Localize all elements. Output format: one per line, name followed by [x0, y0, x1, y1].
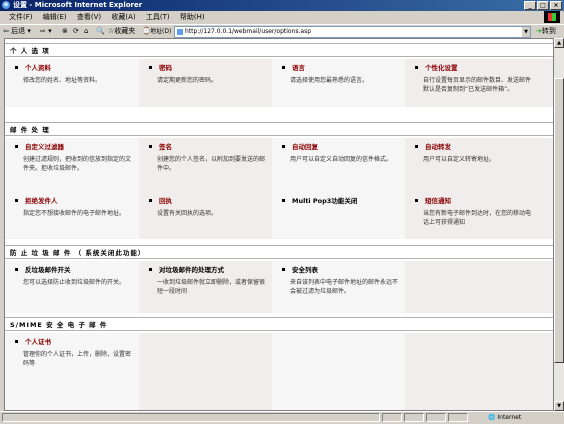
option-auto-reply[interactable]: 自动回复 用户可以自定义自动回复的信件格式。 [272, 138, 405, 192]
minimize-button[interactable]: _ [524, 1, 536, 10]
page-icon [177, 29, 183, 35]
menu-favorites[interactable]: 收藏(A) [111, 11, 135, 23]
option-personal-certificate[interactable]: 个人证书 管理你的个人证书，上传，删除，设置密码等 [5, 333, 139, 410]
section-header: 邮 件 处 理 [5, 122, 553, 136]
toolbar: ⇦ 后退 ▾ ⇨ ▾ ⊗ ⟳ ⌂ 🔍 ☆收藏夹 ⌚ 地址(D) http://1… [0, 24, 564, 38]
stop-button[interactable]: ⊗ [62, 25, 68, 38]
internet-zone: 🌐 Internet [488, 414, 522, 421]
menu-file[interactable]: 文件(F) [9, 11, 33, 23]
back-label: 后退 [11, 27, 26, 35]
option-empty [405, 333, 553, 410]
address-dropdown-icon[interactable]: ▼ [522, 27, 530, 37]
option-receipt[interactable]: 回执 设置有关回执的选项。 [139, 192, 272, 239]
option-signature[interactable]: 签名 创建您的个人签名，以附加到要发送的邮件中。 [139, 138, 272, 192]
status-pane [404, 413, 424, 422]
refresh-button[interactable]: ⟳ [73, 25, 79, 38]
status-bar: 🌐 Internet [0, 411, 564, 424]
window-title: 设置 - Microsoft Internet Explorer [13, 1, 143, 9]
option-empty [139, 333, 272, 410]
options-row: 个人资料 修改您的姓名、地址等资料。 密码 请定期更新您的密码。 语言 请选择使用您最… [5, 59, 553, 107]
ie-icon: e [2, 1, 10, 9]
address-label: 地址(D) [150, 28, 172, 35]
options-row: 反垃圾邮件开关 您可以选择防止收到垃圾邮件的开关。 对垃圾邮件的处理方式 一收到垃圾… [5, 261, 553, 313]
maximize-button[interactable]: □ [537, 1, 549, 10]
section-header: S/MIME 安 全 电 子 邮 件 [5, 317, 553, 331]
option-sms-notify[interactable]: 短信通知 当您有新电子邮件到达时，在您的移动电话上可获得通知 [405, 192, 553, 239]
option-safe-list[interactable]: 安全列表 来自该列表中电子邮件地址的邮件永远不会被过滤为垃圾邮件。 [272, 261, 405, 313]
menu-tools[interactable]: 工具(T) [146, 11, 170, 23]
menu-bar: 文件(F) 编辑(E) 查看(V) 收藏(A) 工具(T) 帮助(H) [0, 11, 564, 23]
window-controls: _ □ × [524, 1, 562, 10]
option-block-sender[interactable]: 拒绝发件人 指定您不想接收邮件的电子邮件地址。 [5, 192, 139, 239]
option-auto-forward[interactable]: 自动转发 用户可以自定义转寄地址。 [405, 138, 553, 192]
search-icon[interactable]: 🔍 [96, 25, 105, 38]
back-button[interactable]: ⇦ 后退 ▾ [3, 25, 31, 38]
scroll-down-icon[interactable]: ▼ [554, 401, 564, 411]
go-button[interactable]: ➔转到 [536, 25, 556, 38]
options-row: 自定义过滤器 创建过滤规则，把收到的信放到指定的文件夹。拒收垃圾邮件。 签名 创建您… [5, 138, 553, 192]
option-antispam-switch[interactable]: 反垃圾邮件开关 您可以选择防止收到垃圾邮件的开关。 [5, 261, 139, 313]
status-pane [448, 413, 468, 422]
option-custom-filter[interactable]: 自定义过滤器 创建过滤规则，把收到的信放到指定的文件夹。拒收垃圾邮件。 [5, 138, 139, 192]
options-row: 拒绝发件人 指定您不想接收邮件的电子邮件地址。 回执 设置有关回执的选项。 Mult… [5, 192, 553, 239]
address-input[interactable]: http://127.0.0.1/webmail/user/options.as… [185, 28, 311, 35]
options-row: 个人证书 管理你的个人证书，上传，删除，设置密码等 [5, 333, 553, 410]
menu-view[interactable]: 查看(V) [77, 11, 101, 23]
option-empty [405, 261, 553, 313]
close-button[interactable]: × [550, 1, 562, 10]
home-button[interactable]: ⌂ [84, 25, 88, 38]
address-bar[interactable]: http://127.0.0.1/webmail/user/options.as… [174, 26, 531, 38]
option-personalization[interactable]: 个性化设置 自行设置每页显示的邮件数目、发送邮件默认是否复制到“已发送邮件箱”。 [405, 59, 553, 107]
scroll-up-icon[interactable]: ▲ [554, 38, 564, 48]
option-multi-pop3[interactable]: Multi Pop3功能关闭 [272, 192, 405, 239]
go-label: 转到 [541, 27, 556, 35]
option-password[interactable]: 密码 请定期更新您的密码。 [139, 59, 272, 107]
options-page: 个 人 选 项 个人资料 修改您的姓名、地址等资料。 密码 请定期更新您的密码。 语… [4, 38, 554, 411]
favorites-button[interactable]: ☆收藏夹 [108, 25, 135, 38]
title-bar: e 设置 - Microsoft Internet Explorer _ □ × [0, 0, 564, 11]
section-header: 防 止 垃 圾 邮 件 （ 系统关闭此功能） [5, 245, 553, 259]
section-header: 个 人 选 项 [5, 43, 553, 57]
windows-logo-icon [544, 11, 560, 23]
menu-help[interactable]: 帮助(H) [180, 11, 205, 23]
vertical-scrollbar[interactable]: ▲ ▼ [554, 38, 564, 411]
favorites-label: 收藏夹 [114, 27, 136, 35]
menu-edit[interactable]: 编辑(E) [43, 11, 67, 23]
option-personal-info[interactable]: 个人资料 修改您的姓名、地址等资料。 [5, 59, 139, 107]
option-empty [272, 333, 405, 410]
forward-button[interactable]: ⇨ ▾ [40, 25, 52, 38]
scroll-thumb[interactable] [554, 78, 564, 363]
status-pane [426, 413, 446, 422]
globe-icon: 🌐 [488, 414, 496, 421]
status-text-pane [2, 413, 380, 422]
option-spam-handling[interactable]: 对垃圾邮件的处理方式 一收到垃圾邮件就立即删除，或者保留很短一段时间 [139, 261, 272, 313]
status-pane [382, 413, 402, 422]
option-language[interactable]: 语言 请选择使用您最熟悉的语言。 [272, 59, 405, 107]
